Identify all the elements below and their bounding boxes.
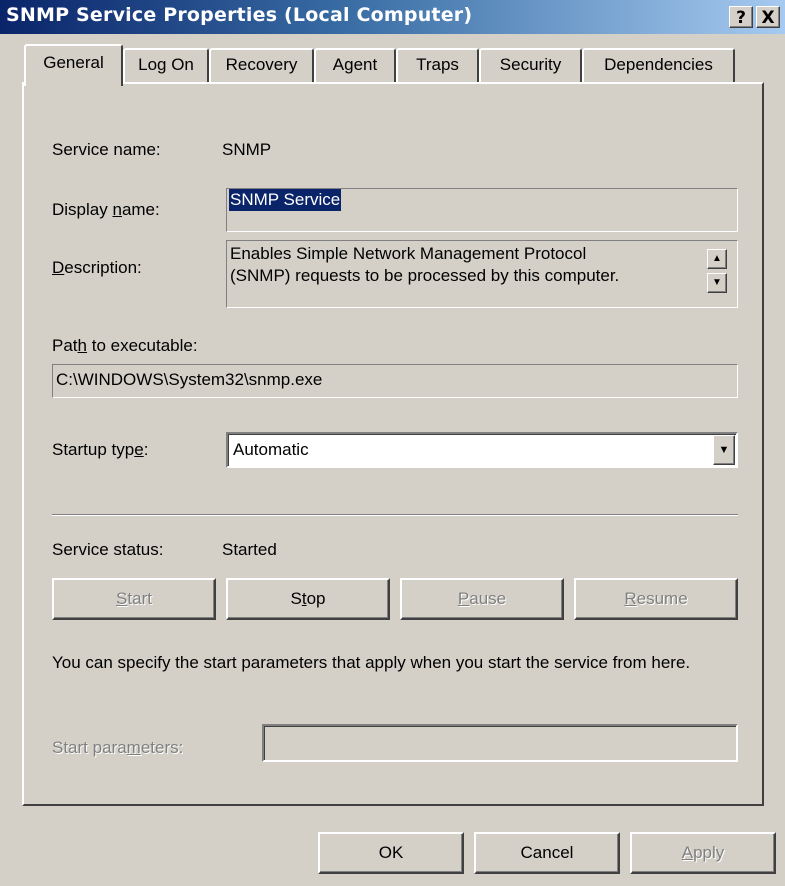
window-title: SNMP Service Properties (Local Computer) [6, 4, 473, 26]
title-bar[interactable]: SNMP Service Properties (Local Computer)… [0, 0, 785, 34]
path-field[interactable]: C:\WINDOWS\System32\snmp.exe [52, 364, 738, 398]
service-name-label: Service name: [52, 140, 161, 159]
ok-button[interactable]: OK [318, 832, 464, 874]
start-button[interactable]: Start [52, 578, 216, 620]
separator [52, 514, 738, 516]
tab-traps[interactable]: Traps [396, 48, 479, 82]
service-status-label: Service status: [52, 540, 164, 559]
tab-dependencies[interactable]: Dependencies [582, 48, 735, 82]
chevron-down-icon[interactable]: ▼ [713, 435, 735, 465]
display-name-field[interactable]: SNMP Service [226, 188, 738, 232]
pause-button[interactable]: Pause [400, 578, 564, 620]
startup-type-value: Automatic [233, 440, 309, 459]
close-button[interactable]: X [756, 6, 780, 28]
start-parameters-label: Start parameters: [52, 738, 184, 757]
tab-log-on[interactable]: Log On [123, 48, 209, 82]
cancel-button[interactable]: Cancel [474, 832, 620, 874]
description-label: Description: [52, 258, 142, 277]
general-tab-panel: Service name: SNMP Display name: SNMP Se… [22, 82, 764, 806]
tab-general[interactable]: General [24, 44, 123, 86]
scroll-up-icon[interactable]: ▲ [707, 249, 727, 269]
resume-button[interactable]: Resume [574, 578, 738, 620]
description-line-1: Enables Simple Network Management Protoc… [230, 244, 587, 263]
description-line-2: (SNMP) requests to be processed by this … [230, 266, 620, 285]
start-parameters-input[interactable] [262, 724, 738, 762]
path-value: C:\WINDOWS\System32\snmp.exe [56, 370, 323, 389]
description-field[interactable]: Enables Simple Network Management Protoc… [226, 240, 738, 308]
apply-button[interactable]: Apply [630, 832, 776, 874]
stop-button[interactable]: Stop [226, 578, 390, 620]
properties-dialog: SNMP Service Properties (Local Computer)… [0, 0, 785, 886]
startup-type-label: Startup type: [52, 440, 149, 459]
start-parameters-info: You can specify the start parameters tha… [52, 653, 691, 672]
help-button[interactable]: ? [729, 6, 753, 28]
display-name-text: SNMP Service [229, 189, 342, 211]
scroll-down-icon[interactable]: ▼ [707, 273, 727, 293]
tab-recovery[interactable]: Recovery [209, 48, 314, 82]
path-label: Path to executable: [52, 336, 198, 355]
service-name-value: SNMP [222, 140, 272, 159]
startup-type-select[interactable]: Automatic ▼ [226, 432, 738, 468]
display-name-label: Display name: [52, 200, 160, 219]
service-status-value: Started [222, 540, 277, 559]
tab-agent[interactable]: Agent [314, 48, 396, 82]
tab-security[interactable]: Security [479, 48, 582, 82]
